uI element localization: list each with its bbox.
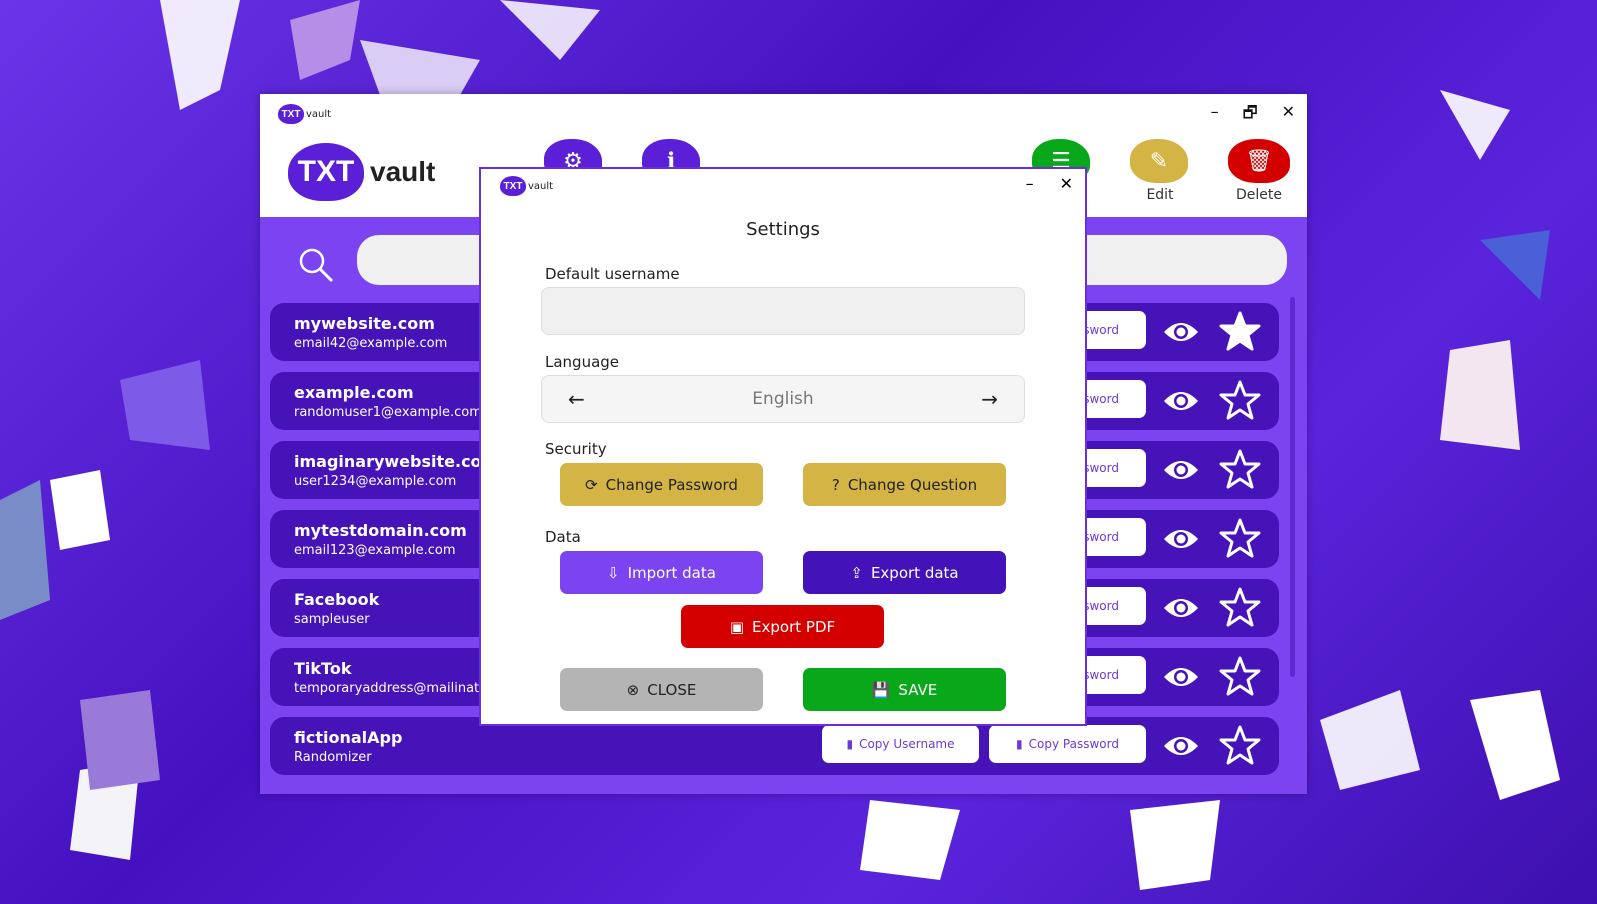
dialog-title: Settings	[746, 219, 820, 240]
entry-username: user1234@example.com	[294, 474, 457, 489]
eye-icon[interactable]	[1163, 455, 1199, 485]
delete-label: Delete	[1236, 187, 1282, 203]
save-label: SAVE	[898, 680, 938, 699]
import-data-button[interactable]: ⇩ Import data	[560, 551, 763, 594]
logo-text: vault	[306, 108, 332, 120]
export-pdf-button[interactable]: ▣ Export PDF	[681, 605, 884, 648]
app-logo-small: TXT vault	[278, 104, 331, 124]
app-logo: TXT vault	[288, 143, 435, 201]
share-icon: ⇪	[850, 563, 863, 582]
change-password-label: Change Password	[605, 475, 738, 494]
logo-mark: TXT	[500, 176, 526, 196]
export-data-button[interactable]: ⇪ Export data	[803, 551, 1006, 594]
title-bar: TXT vault – 🗗 ✕	[260, 94, 1307, 135]
close-label: CLOSE	[647, 680, 697, 699]
favorite-star-icon[interactable]	[1218, 380, 1262, 422]
favorite-star-icon[interactable]	[1218, 656, 1262, 698]
delete-button[interactable]: 🗑	[1228, 139, 1290, 183]
close-button[interactable]: ⊗ CLOSE	[560, 668, 763, 711]
dialog-logo: TXT vault	[500, 176, 553, 196]
favorite-star-icon[interactable]	[1218, 449, 1262, 491]
trash-icon: 🗑	[1245, 148, 1273, 174]
default-username-label: Default username	[545, 265, 680, 283]
refresh-icon: ⟳	[585, 475, 598, 494]
eye-icon[interactable]	[1163, 524, 1199, 554]
save-button[interactable]: 💾 SAVE	[803, 668, 1006, 711]
favorite-star-icon[interactable]	[1218, 518, 1262, 560]
copy-password-label: Copy Password	[1028, 737, 1119, 751]
logo-mark: TXT	[288, 143, 364, 201]
copy-icon: ▮	[1016, 737, 1023, 751]
pencil-icon: ✎	[1149, 148, 1169, 174]
entry-site: mywebsite.com	[294, 314, 435, 333]
floppy-icon: 💾	[871, 680, 891, 699]
entry-site: example.com	[294, 383, 414, 402]
eye-icon[interactable]	[1163, 386, 1199, 416]
export-data-label: Export data	[870, 563, 959, 582]
entry-username: temporaryaddress@mailinator	[294, 681, 493, 696]
close-window-button[interactable]: ✕	[1282, 102, 1295, 129]
dialog-close-button[interactable]: ✕	[1060, 174, 1073, 193]
favorite-star-icon[interactable]	[1218, 587, 1262, 629]
export-pdf-label: Export PDF	[752, 617, 836, 636]
entry-username: Randomizer	[294, 750, 372, 765]
favorite-star-icon[interactable]	[1218, 311, 1262, 353]
security-label: Security	[545, 440, 607, 458]
copy-password-button[interactable]: ▮ Copy Password	[989, 725, 1146, 763]
edit-label: Edit	[1146, 187, 1174, 203]
logo-text: vault	[370, 156, 436, 187]
close-circle-icon: ⊗	[626, 680, 640, 699]
entry-username: email123@example.com	[294, 543, 456, 558]
scrollbar[interactable]	[1290, 297, 1295, 677]
entry-site: mytestdomain.com	[294, 521, 467, 540]
import-data-label: Import data	[627, 563, 716, 582]
pdf-icon: ▣	[729, 617, 745, 636]
language-value: English	[752, 389, 814, 409]
copy-username-label: Copy Username	[859, 737, 955, 751]
entry-site: fictionalApp	[294, 728, 403, 747]
copy-icon: ▮	[846, 737, 854, 751]
entry-username: email42@example.com	[294, 336, 448, 351]
import-icon: ⇩	[607, 563, 620, 582]
language-selector: ← English →	[541, 375, 1025, 423]
restore-button[interactable]: 🗗	[1243, 102, 1258, 129]
eye-icon[interactable]	[1163, 593, 1199, 623]
default-username-input[interactable]	[541, 287, 1025, 335]
eye-icon[interactable]	[1163, 731, 1199, 761]
eye-icon[interactable]	[1163, 317, 1199, 347]
edit-button[interactable]: ✎	[1130, 139, 1188, 183]
data-label: Data	[545, 528, 581, 546]
logo-text: vault	[528, 180, 554, 192]
dialog-minimize-button[interactable]: –	[1026, 174, 1034, 193]
settings-dialog: TXT vault – ✕ Settings Default username …	[479, 167, 1087, 726]
logo-mark: TXT	[278, 104, 304, 124]
question-icon: ?	[831, 475, 840, 494]
change-question-label: Change Question	[847, 475, 978, 494]
language-label: Language	[545, 353, 620, 371]
arrow-left-icon[interactable]: ←	[568, 387, 585, 411]
copy-username-button[interactable]: ▮ Copy Username	[822, 725, 979, 763]
entry-site: imaginarywebsite.com	[294, 452, 499, 471]
favorite-star-icon[interactable]	[1218, 725, 1262, 767]
minimize-button[interactable]: –	[1211, 102, 1219, 129]
entry-username: sampleuser	[294, 612, 370, 627]
entry-username: randomuser1@example.com	[294, 405, 482, 420]
change-question-button[interactable]: ? Change Question	[803, 463, 1006, 506]
arrow-right-icon[interactable]: →	[981, 387, 998, 411]
entry-site: Facebook	[294, 590, 380, 609]
search-icon[interactable]	[298, 247, 334, 283]
change-password-button[interactable]: ⟳ Change Password	[560, 463, 763, 506]
entry-site: TikTok	[294, 659, 352, 678]
eye-icon[interactable]	[1163, 662, 1199, 692]
